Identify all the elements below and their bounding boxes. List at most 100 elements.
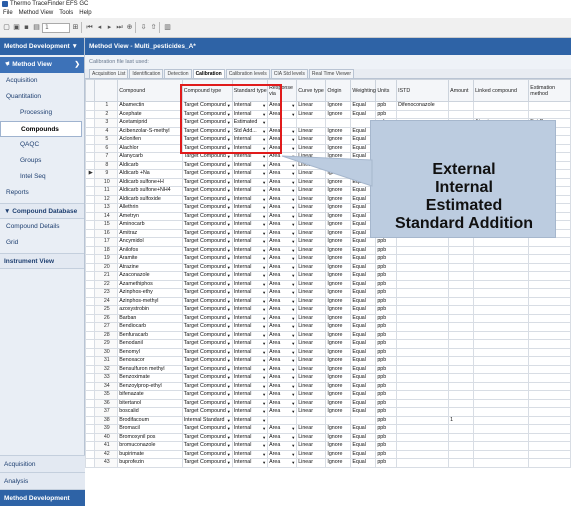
table-cell[interactable]: Area ▼ [267,407,298,417]
table-cell[interactable] [396,398,450,408]
table-cell[interactable]: Target Compound ▼ [181,373,233,383]
row-selector[interactable] [84,245,96,255]
table-cell[interactable]: Ignore [325,339,352,349]
table-cell[interactable]: Target Compound ▼ [181,381,233,391]
table-cell[interactable]: ppb [375,381,398,391]
table-cell[interactable]: Internal ▼ [231,211,269,221]
table-cell[interactable]: Alachlor [117,143,183,153]
table-cell[interactable]: Linear [296,109,327,119]
table-cell[interactable]: Abamectin [117,101,183,111]
nav-section-compound-database[interactable]: ▼ Compound Database [0,203,84,219]
table-cell[interactable] [448,296,475,306]
table-row[interactable]: 17 Ancymidol Target Compound ▼ Internal ▼ Area… [84,237,571,247]
row-selector[interactable] [84,296,96,306]
table-cell[interactable]: Internal ▼ [231,262,269,272]
table-cell[interactable] [528,237,571,247]
row-selector[interactable] [84,424,96,434]
table-cell[interactable]: Area ▼ [267,245,298,255]
table-cell[interactable]: Internal ▼ [231,330,269,340]
table-cell[interactable] [396,271,450,281]
table-cell[interactable] [528,330,571,340]
table-cell[interactable]: Area ▼ [267,228,298,238]
table-cell[interactable] [267,118,298,128]
table-cell[interactable]: Target Compound ▼ [181,339,233,349]
table-cell[interactable]: Target Compound ▼ [181,271,233,281]
table-cell[interactable] [396,407,450,417]
table-cell[interactable]: bitertanol [117,398,183,408]
table-cell[interactable] [396,279,450,289]
table-cell[interactable]: Linear [296,398,327,408]
table-cell[interactable] [396,109,450,119]
table-cell[interactable]: Area ▼ [267,441,298,451]
table-cell[interactable] [473,237,530,247]
dropdown-arrow-icon[interactable]: ▼ [262,442,266,449]
table-cell[interactable] [528,441,571,451]
table-cell[interactable]: Area ▼ [267,126,298,136]
last-icon[interactable]: ⏭ [115,23,124,32]
column-header[interactable]: Standard type [231,79,269,102]
row-selector[interactable] [84,373,96,383]
table-cell[interactable]: Linear [296,441,327,451]
dropdown-arrow-icon[interactable]: ▼ [291,340,295,347]
table-cell[interactable]: Linear [296,296,327,306]
table-row[interactable]: 42 bupirimate Target Compound ▼ Internal ▼ Are… [84,449,571,459]
table-cell[interactable]: Internal ▼ [231,458,269,468]
table-cell[interactable] [296,118,327,128]
table-cell[interactable]: Target Compound ▼ [181,364,233,374]
table-cell[interactable]: Aminocarb [117,220,183,230]
table-cell[interactable]: Linear [296,432,327,442]
table-cell[interactable]: Area ▼ [267,322,298,332]
table-cell[interactable]: Equal [350,109,377,119]
table-cell[interactable]: Ignore [325,271,352,281]
dropdown-arrow-icon[interactable]: ▼ [262,145,266,152]
table-cell[interactable]: ppb [375,449,398,459]
table-cell[interactable]: Internal ▼ [231,194,269,204]
table-row[interactable]: 2 Acephate Target Compound ▼ Internal ▼ Area ▼ L… [84,109,571,119]
report-icon[interactable]: ▥ [163,23,172,32]
table-cell[interactable]: Area ▼ [267,305,298,315]
table-cell[interactable] [396,322,450,332]
first-icon[interactable]: ⏮ [85,23,94,32]
table-cell[interactable]: ppb [375,356,398,366]
table-cell[interactable] [528,424,571,434]
row-selector[interactable] [84,152,96,162]
table-cell[interactable]: Linear [296,347,327,357]
dropdown-arrow-icon[interactable]: ▼ [262,366,266,373]
dropdown-arrow-icon[interactable]: ▼ [262,434,266,441]
table-cell[interactable]: Target Compound ▼ [181,237,233,247]
table-cell[interactable]: Equal [350,245,377,255]
dropdown-arrow-icon[interactable]: ▼ [262,170,266,177]
table-row[interactable]: 30 Benomyl Target Compound ▼ Internal ▼ Area ▼ L… [84,347,571,357]
table-cell[interactable]: Area ▼ [267,373,298,383]
table-cell[interactable] [448,373,475,383]
dropdown-arrow-icon[interactable]: ▼ [227,383,231,390]
table-cell[interactable]: Target Compound ▼ [181,143,233,153]
table-row[interactable]: 41 bromuconazole Target Compound ▼ Internal ▼… [84,441,571,451]
table-cell[interactable]: Bromoxynil pos [117,432,183,442]
table-cell[interactable]: Ignore [325,177,352,187]
table-cell[interactable] [396,356,450,366]
table-cell[interactable]: Ignore [325,245,352,255]
dropdown-arrow-icon[interactable]: ▼ [291,213,295,220]
column-header[interactable]: Weighting [350,79,377,102]
dropdown-arrow-icon[interactable]: ▼ [227,221,231,228]
table-cell[interactable]: Ignore [325,101,352,111]
table-cell[interactable]: ppb [375,271,398,281]
table-cell[interactable] [473,347,530,357]
table-cell[interactable]: Area ▼ [267,288,298,298]
table-cell[interactable] [473,390,530,400]
table-cell[interactable]: Bensulfuron methyl [117,364,183,374]
table-row[interactable]: 36 bitertanol Target Compound ▼ Internal ▼ Are… [84,398,571,408]
table-cell[interactable] [396,364,450,374]
table-cell[interactable]: Internal ▼ [231,245,269,255]
table-cell[interactable]: Equal [350,398,377,408]
table-cell[interactable]: Atrazine [117,262,183,272]
dropdown-arrow-icon[interactable]: ▼ [291,374,295,381]
table-cell[interactable]: Equal [350,288,377,298]
row-selector[interactable] [84,101,96,111]
table-cell[interactable]: Linear [296,339,327,349]
dropdown-arrow-icon[interactable]: ▼ [227,153,231,160]
table-cell[interactable] [396,254,450,264]
table-cell[interactable]: Ignore [325,186,352,196]
table-cell[interactable]: Aramite [117,254,183,264]
